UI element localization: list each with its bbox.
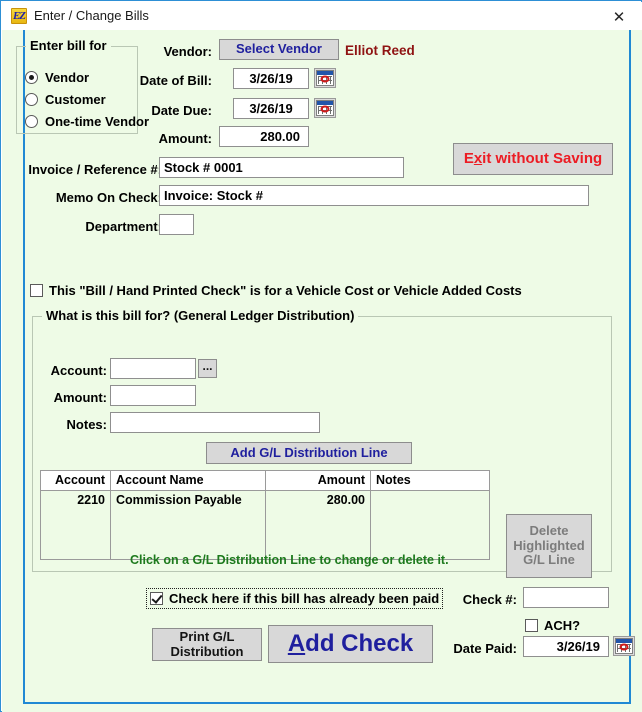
- radio-vendor-indicator[interactable]: [25, 71, 38, 84]
- date-due-calendar-icon[interactable]: [314, 98, 336, 118]
- check-number-input[interactable]: [523, 587, 609, 608]
- enter-change-bills-window: EZ Enter / Change Bills ✕ Enter bill for…: [0, 0, 642, 712]
- gl-table-header-account-name: Account Name: [111, 471, 266, 490]
- table-row[interactable]: 2210 Commission Payable 280.00: [41, 491, 489, 510]
- bill-already-paid-checkbox-box[interactable]: [150, 592, 163, 605]
- exit-button-text-prefix: E: [463, 149, 474, 167]
- date-of-bill-input[interactable]: 3/26/19: [233, 68, 309, 89]
- gl-row-amount: 280.00: [266, 491, 371, 510]
- window-title: Enter / Change Bills: [34, 8, 149, 23]
- gl-amount-label: Amount:: [53, 390, 107, 405]
- date-of-bill-calendar-icon[interactable]: [314, 68, 336, 88]
- radio-vendor[interactable]: Vendor: [25, 70, 89, 85]
- vehicle-cost-checkbox-box[interactable]: [30, 284, 43, 297]
- date-paid-calendar-icon[interactable]: [613, 636, 635, 656]
- gl-amount-input[interactable]: [110, 385, 196, 406]
- gl-notes-input[interactable]: [110, 412, 320, 433]
- gl-table-header-amount: Amount: [266, 471, 371, 490]
- select-vendor-button[interactable]: Select Vendor: [219, 39, 339, 60]
- amount-label: Amount:: [158, 131, 212, 146]
- delete-button-line-2: Highlighted: [513, 537, 585, 553]
- add-check-rest: dd Check: [305, 629, 414, 657]
- date-paid-input[interactable]: 3/26/19: [523, 636, 609, 657]
- invoice-reference-input[interactable]: Stock # 0001: [159, 157, 404, 178]
- gl-table-header: Account Account Name Amount Notes: [41, 471, 489, 491]
- gl-account-lookup-button[interactable]: ...: [198, 359, 217, 378]
- date-due-input[interactable]: 3/26/19: [233, 98, 309, 119]
- gl-distribution-legend: What is this bill for? (General Ledger D…: [42, 308, 359, 323]
- gl-account-label: Account:: [50, 363, 107, 378]
- vendor-label: Vendor:: [163, 44, 212, 59]
- add-check-button[interactable]: Add Check: [268, 625, 433, 663]
- gl-distribution-table[interactable]: Account Account Name Amount Notes 2210 C…: [40, 470, 490, 560]
- delete-highlighted-gl-line-button[interactable]: Delete Highlighted G/L Line: [506, 514, 592, 578]
- ach-checkbox-label: ACH?: [544, 618, 581, 633]
- exit-without-saving-button[interactable]: Ex it without Saving: [453, 143, 613, 175]
- close-icon[interactable]: ✕: [597, 3, 641, 30]
- gl-table-header-account: Account: [41, 471, 111, 490]
- print-button-line-2: Distribution: [170, 643, 244, 659]
- form-canvas: Enter bill for Vendor Customer One-time …: [2, 30, 642, 712]
- date-due-label: Date Due:: [151, 103, 212, 118]
- exit-button-text-suffix: it without Saving: [482, 149, 603, 167]
- title-bar: EZ Enter / Change Bills ✕: [2, 2, 642, 31]
- department-input[interactable]: [159, 214, 194, 235]
- gl-table-hint: Click on a G/L Distribution Line to chan…: [130, 553, 449, 567]
- vehicle-cost-checkbox-label: This "Bill / Hand Printed Check" is for …: [49, 283, 522, 298]
- radio-vendor-label: Vendor: [45, 70, 90, 85]
- app-icon-text: EZ: [12, 10, 26, 22]
- delete-button-line-3: G/L Line: [523, 552, 575, 568]
- bill-already-paid-checkbox-label: Check here if this bill has already been…: [169, 591, 440, 606]
- amount-input[interactable]: 280.00: [219, 126, 309, 147]
- ach-checkbox[interactable]: ACH?: [525, 618, 580, 633]
- add-gl-distribution-line-button[interactable]: Add G/L Distribution Line: [206, 442, 412, 464]
- exit-button-accel: x: [473, 149, 483, 167]
- memo-on-check-label: Memo On Check:: [55, 190, 162, 205]
- vehicle-cost-checkbox[interactable]: This "Bill / Hand Printed Check" is for …: [30, 283, 522, 298]
- gl-row-notes: [371, 491, 489, 510]
- print-button-line-1: Print G/L: [179, 628, 235, 644]
- gl-row-account-name: Commission Payable: [111, 491, 266, 510]
- department-label: Department:: [85, 219, 162, 234]
- add-check-accel: A: [287, 629, 306, 657]
- ach-checkbox-box[interactable]: [525, 619, 538, 632]
- vendor-name-display: Elliot Reed: [345, 43, 415, 58]
- radio-customer-indicator[interactable]: [25, 93, 38, 106]
- invoice-reference-label: Invoice / Reference #:: [28, 162, 162, 177]
- delete-button-line-1: Delete: [529, 523, 569, 539]
- gl-table-header-notes: Notes: [376, 473, 411, 487]
- check-number-label: Check #:: [462, 592, 517, 607]
- memo-on-check-input[interactable]: Invoice: Stock #: [159, 185, 589, 206]
- radio-one-time-vendor-indicator[interactable]: [25, 115, 38, 128]
- gl-notes-label: Notes:: [66, 417, 107, 432]
- gl-account-input[interactable]: [110, 358, 196, 379]
- gl-row-account: 2210: [41, 491, 111, 510]
- print-gl-distribution-button[interactable]: Print G/L Distribution: [152, 628, 262, 661]
- ez-logo-icon: EZ: [11, 8, 27, 24]
- bill-already-paid-checkbox[interactable]: Check here if this bill has already been…: [145, 588, 444, 609]
- date-of-bill-label: Date of Bill:: [139, 73, 212, 88]
